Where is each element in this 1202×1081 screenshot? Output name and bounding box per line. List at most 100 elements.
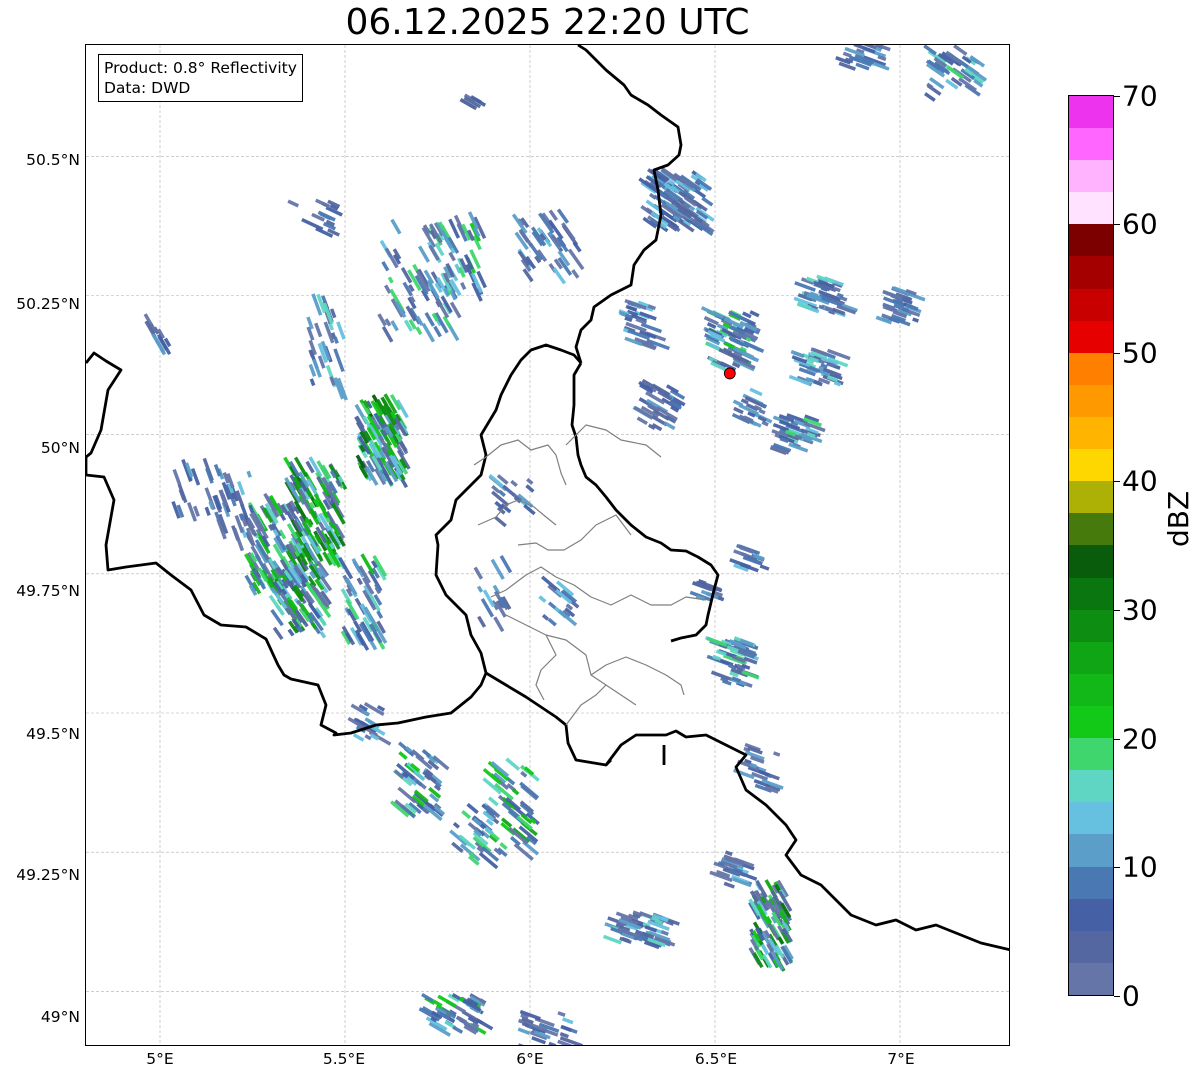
echo-pixel — [381, 260, 390, 272]
echo-pixel — [397, 786, 417, 804]
echo-pixel — [476, 585, 484, 593]
colorbar-segment — [1069, 962, 1113, 995]
echo-pixel — [417, 245, 430, 263]
product-label: Product: 0.8° Reflectivity — [104, 59, 297, 77]
echo-pixel — [193, 505, 200, 517]
echo-pixel — [560, 1024, 572, 1032]
echo-pixel — [499, 555, 513, 574]
admin-border — [477, 499, 557, 526]
echo-cluster — [488, 473, 536, 528]
echo-pixel — [556, 208, 570, 224]
admin-border — [473, 439, 567, 486]
echo-pixel — [749, 387, 763, 397]
echo-pixel — [451, 841, 464, 853]
echo-pixel — [314, 322, 323, 338]
echo-pixel — [557, 1011, 566, 1017]
colorbar-tick-mark — [1114, 96, 1120, 97]
echo-pixel — [493, 616, 505, 633]
country-border — [485, 671, 1009, 951]
echo-pixel — [624, 316, 633, 323]
lat-tick-label: 49.5°N — [26, 725, 80, 743]
echo-cluster — [638, 167, 715, 237]
echo-pixel — [213, 494, 223, 510]
echo-pixel — [618, 310, 627, 317]
colorbar-tick-label: 70 — [1122, 79, 1158, 113]
echo-cluster — [354, 393, 411, 489]
colorbar-segment — [1069, 128, 1113, 161]
echo-pixel — [433, 325, 442, 338]
colorbar-segment — [1069, 866, 1113, 899]
echo-pixel — [473, 566, 484, 580]
echo-pixel — [287, 628, 295, 637]
colorbar-segment — [1069, 481, 1113, 514]
echo-pixel — [552, 267, 567, 285]
echo-pixel — [466, 802, 479, 815]
echo-pixel — [415, 326, 423, 336]
echo-pixel — [874, 46, 882, 53]
echo-cluster — [618, 298, 670, 351]
colorbar-segment — [1069, 384, 1113, 418]
graticule — [86, 45, 1009, 1045]
colorbar — [1068, 95, 1114, 996]
echo-cluster — [459, 93, 487, 111]
echo-pixel — [521, 1021, 530, 1028]
echo-pixel — [246, 470, 252, 478]
radar-map[interactable] — [85, 44, 1010, 1046]
echo-pixel — [812, 379, 823, 387]
echo-pixel — [660, 930, 669, 936]
echo-pixel — [376, 610, 384, 619]
echo-cluster — [875, 286, 926, 327]
echo-pixel — [329, 308, 337, 319]
echo-pixel — [833, 286, 841, 293]
colorbar-segment — [1069, 834, 1113, 867]
echo-cluster — [704, 635, 760, 688]
echo-pixel — [621, 936, 630, 943]
echo-pixel — [740, 551, 748, 558]
colorbar-tick-label: 0 — [1122, 979, 1140, 1013]
echo-pixel — [457, 1016, 468, 1024]
echo-pixel — [700, 306, 724, 320]
colorbar-segment — [1069, 898, 1113, 931]
lon-tick-label: 5.5°E — [322, 1050, 366, 1068]
colorbar-segment — [1069, 417, 1113, 450]
echo-pixel — [460, 281, 467, 290]
admin-border — [505, 614, 637, 706]
echo-pixel — [636, 416, 648, 425]
echo-pixel — [487, 796, 499, 807]
colorbar-segment — [1069, 160, 1113, 193]
echo-pixel — [336, 321, 346, 340]
radar-map-canvas — [86, 45, 1009, 1045]
echo-cluster — [602, 910, 680, 950]
echo-cluster — [700, 306, 765, 374]
echo-pixel — [442, 315, 452, 328]
echo-cluster — [143, 313, 172, 356]
colorbar-segment — [1069, 930, 1113, 963]
echo-pixel — [421, 748, 431, 758]
echo-pixel — [204, 506, 211, 516]
radar-site-marker — [723, 367, 736, 380]
data-source-label: Data: DWD — [104, 79, 191, 97]
echo-pixel — [315, 198, 331, 209]
colorbar-tick-mark — [1114, 996, 1120, 997]
echo-pixel — [390, 320, 399, 332]
echo-pixel — [626, 305, 638, 312]
country-border — [86, 351, 123, 459]
echo-cluster — [788, 347, 851, 387]
echo-pixel — [773, 751, 781, 757]
echo-pixel — [461, 810, 472, 820]
echo-pixel — [511, 788, 520, 796]
echo-pixel — [476, 1018, 494, 1031]
admin-border — [590, 656, 685, 696]
lat-tick-label: 49.25°N — [16, 866, 80, 884]
echo-pixel — [740, 398, 749, 405]
echo-pixel — [309, 378, 316, 387]
admin-border — [565, 424, 662, 458]
echo-pixel — [519, 781, 540, 800]
echo-cluster — [729, 543, 770, 573]
echo-pixel — [701, 196, 714, 207]
echo-pixel — [308, 363, 317, 377]
echo-cluster — [835, 45, 891, 71]
echo-pixel — [706, 322, 717, 329]
echo-pixel — [777, 936, 785, 945]
echo-cluster — [306, 293, 348, 401]
